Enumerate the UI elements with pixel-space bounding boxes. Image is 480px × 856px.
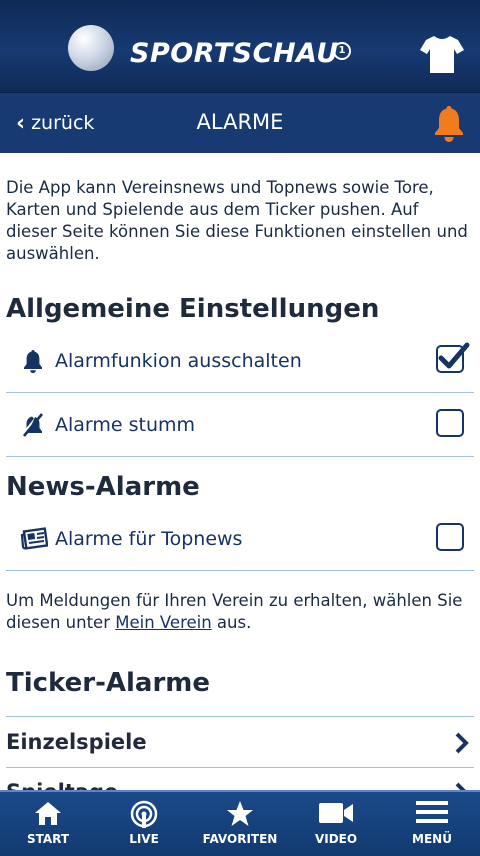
back-button[interactable]: ‹ zurück [16,93,94,153]
star-icon [227,801,253,826]
bell-icon[interactable] [430,103,468,143]
section-title-news: News-Alarme [6,472,200,502]
newspaper-icon [20,527,48,550]
mein-verein-link[interactable]: Mein Verein [115,613,211,632]
back-label: zurück [31,112,95,134]
intro-text: Die App kann Vereinsnews und Topnews sow… [6,178,468,263]
info-text-after: aus. [211,613,252,632]
chevron-left-icon: ‹ [16,110,26,136]
navigation-bar: ‹ zurück ALARME [0,92,480,153]
tab-live[interactable]: LIVE [96,792,192,856]
setting-label: Alarme stumm [55,414,196,436]
ticker-item-einzelspiele[interactable]: Einzelspiele [6,716,474,768]
topnews-checkbox[interactable] [436,523,464,551]
mute-checkbox[interactable] [436,409,464,437]
mute-bell-icon [22,413,44,437]
info-text: Um Meldungen für Ihren Verein zu erhalte… [6,590,474,634]
chevron-right-icon [455,732,469,754]
sportschau-logo-icon [68,25,114,71]
brand-name: SPORTSCHAU [130,38,339,69]
tab-menu[interactable]: MENÜ [384,792,480,856]
tab-label: FAVORITEN [202,832,278,846]
tab-video[interactable]: VIDEO [288,792,384,856]
setting-label: Alarmfunkion ausschalten [55,350,302,372]
live-icon [130,800,158,828]
setting-row-topnews[interactable]: Alarme für Topnews [6,508,474,571]
tab-label: VIDEO [314,832,358,846]
app-header: SPORTSCHAU 1 [0,0,480,92]
alarm-off-checkbox[interactable] [436,342,470,373]
setting-row-alarm-off[interactable]: Alarmfunkion ausschalten [6,330,474,393]
section-title-general: Allgemeine Einstellungen [6,294,380,324]
home-icon [35,802,61,825]
ard-mark: 1 [333,42,351,60]
section-title-ticker: Ticker-Alarme [6,668,211,698]
ticker-item-label: Einzelspiele [6,730,147,754]
menu-icon [416,801,448,823]
checkmark-icon [438,342,470,369]
tab-label: START [26,832,70,846]
bell-icon [24,350,42,373]
setting-label: Alarme für Topnews [55,528,243,550]
setting-row-mute[interactable]: Alarme stumm [6,394,474,457]
tab-label: LIVE [129,832,159,846]
bottom-tab-bar: START LIVE FAVORITEN VIDEO MENÜ [0,790,480,856]
tab-start[interactable]: START [0,792,96,856]
video-camera-icon [319,803,353,823]
tab-label: MENÜ [412,832,452,846]
tab-favoriten[interactable]: FAVORITEN [192,792,288,856]
jersey-icon[interactable] [420,34,464,74]
